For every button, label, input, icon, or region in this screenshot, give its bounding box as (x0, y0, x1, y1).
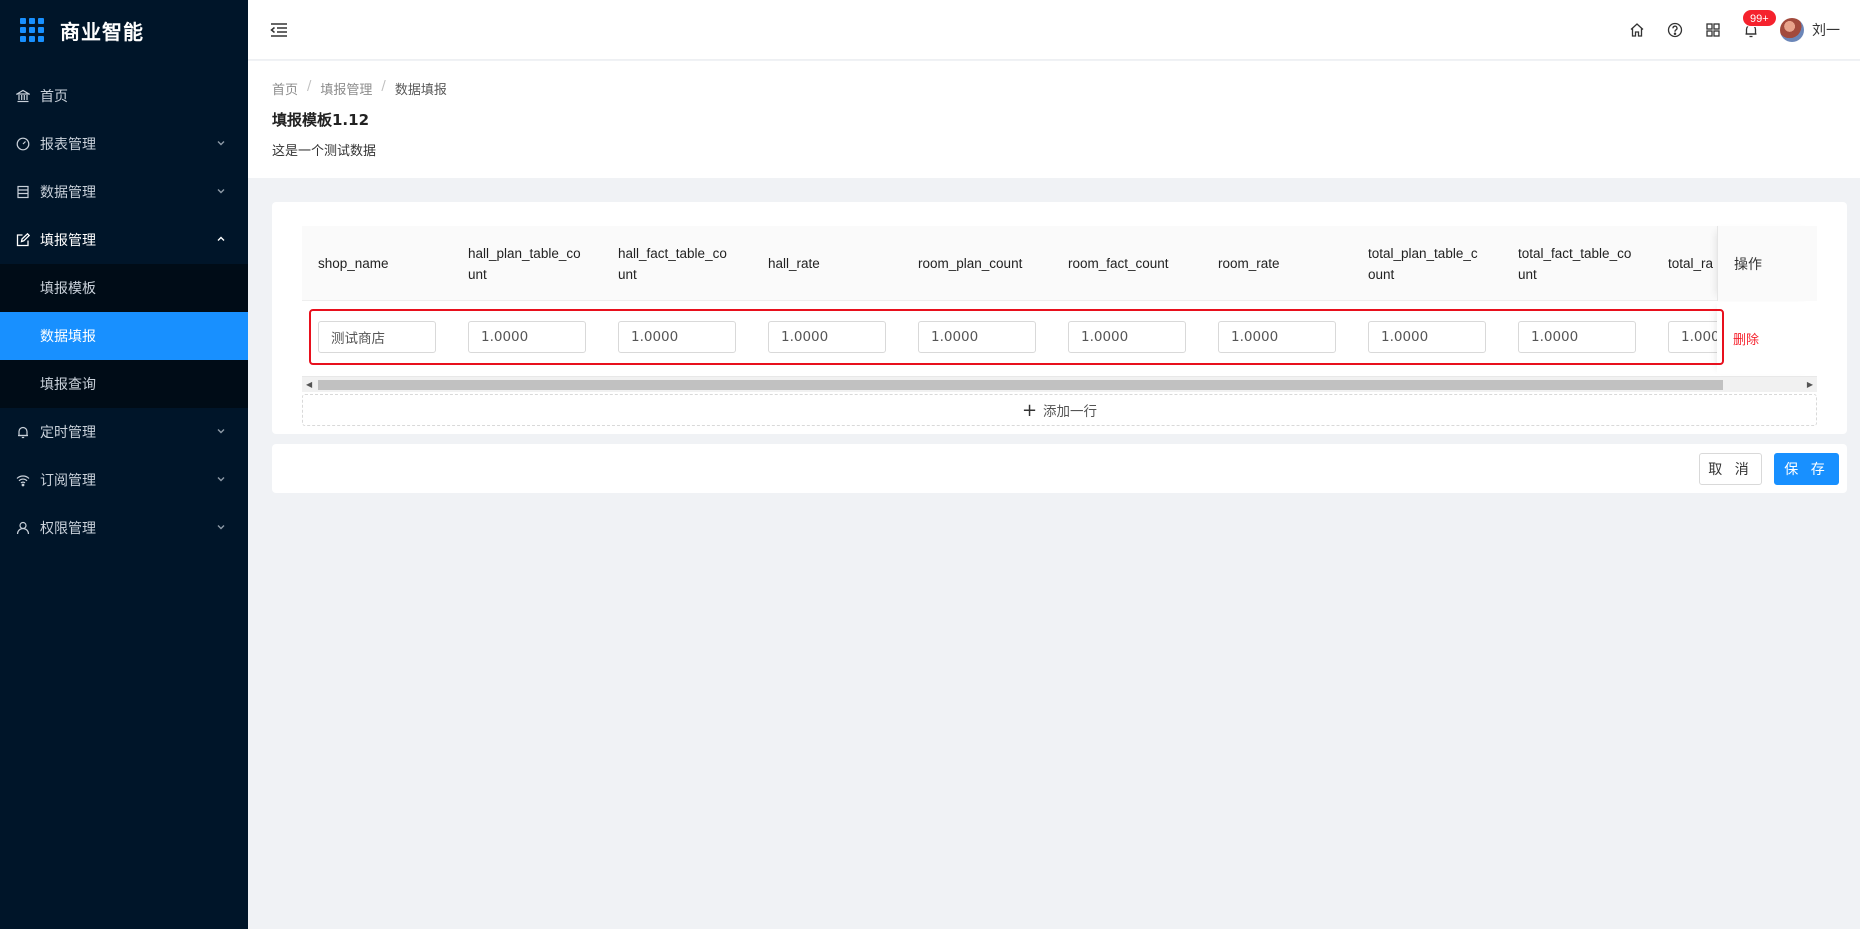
cancel-button[interactable]: 取 消 (1699, 453, 1762, 485)
column-header-room-plan-count: room_plan_count (918, 256, 1023, 271)
column-header-hall-plan-table-count: hall_plan_table_co unt (468, 245, 581, 282)
bank-icon (16, 89, 30, 103)
sidebar-item-label: 订阅管理 (40, 473, 96, 489)
menu-fold-icon[interactable] (270, 20, 290, 40)
sidebar-item-label: 首页 (40, 89, 68, 105)
column-header-shop-name: shop_name (318, 256, 389, 271)
scroll-left-arrow-icon[interactable]: ◀ (306, 380, 312, 389)
sidebar-item-label: 填报模板 (40, 281, 96, 297)
column-header-hall-fact-table-count: hall_fact_table_co unt (618, 245, 727, 282)
sidebar-menu: 首页 报表管理 数据管理 填报管理 填报模板 数据填报 填报查询 定时管理 订阅… (0, 72, 248, 552)
column-header-total-fact-table-count: total_fact_table_co unt (1518, 245, 1632, 282)
fill-table: shop_name hall_plan_table_co unt hall_fa… (302, 226, 1817, 393)
column-header-room-fact-count: room_fact_count (1068, 256, 1169, 271)
add-row-label: 添加一行 (1043, 404, 1098, 420)
page-description: 这是一个测试数据 (272, 144, 377, 159)
logo[interactable]: 商业智能 (0, 0, 248, 60)
dashboard-icon (16, 137, 30, 151)
user-icon (16, 521, 30, 535)
header-actions: 99+ 刘一 (1618, 8, 1840, 49)
add-row-button[interactable]: + 添加一行 (302, 394, 1817, 426)
apps-icon[interactable] (1694, 11, 1732, 49)
chevron-down-icon (216, 474, 226, 487)
scroll-right-arrow-icon[interactable]: ▶ (1807, 380, 1813, 389)
shop-name-input[interactable]: 测试商店 (318, 321, 436, 353)
sidebar-item-subscription[interactable]: 订阅管理 (0, 456, 248, 504)
sidebar-item-label: 数据填报 (40, 329, 96, 345)
hall-plan-table-count-input[interactable]: 1.0000 (468, 321, 586, 353)
wifi-icon (16, 473, 30, 487)
table-header: shop_name hall_plan_table_co unt hall_fa… (302, 226, 1817, 301)
room-plan-count-input[interactable]: 1.0000 (918, 321, 1036, 353)
plus-icon: + (1021, 399, 1038, 421)
sidebar-item-label: 填报管理 (40, 233, 96, 249)
delete-row-button[interactable]: 删除 (1733, 329, 1759, 348)
sidebar-item-label: 定时管理 (40, 425, 96, 441)
database-icon (16, 185, 30, 199)
page-header: 首页 / 填报管理 / 数据填报 填报模板1.12 这是一个测试数据 (248, 61, 1860, 178)
total-rate-input[interactable]: 1.0000 (1668, 321, 1718, 353)
sidebar-item-fill-template[interactable]: 填报模板 (0, 264, 248, 312)
column-header-room-rate: room_rate (1218, 256, 1280, 271)
table-row: 测试商店 1.0000 1.0000 1.0000 1.0000 1.0000 … (302, 302, 1817, 374)
column-header-actions: 操作 (1717, 226, 1817, 301)
sidebar: 商业智能 首页 报表管理 数据管理 填报管理 填报模板 数据填报 填报查询 定时… (0, 0, 248, 929)
home-icon[interactable] (1618, 11, 1656, 49)
notification-badge: 99+ (1742, 8, 1777, 27)
sidebar-item-label: 报表管理 (40, 137, 96, 153)
form-edit-icon (16, 233, 30, 247)
total-fact-table-count-input[interactable]: 1.0000 (1518, 321, 1636, 353)
room-rate-input[interactable]: 1.0000 (1218, 321, 1336, 353)
horizontal-scrollbar[interactable]: ◀ ▶ (302, 376, 1817, 392)
sidebar-item-fill-query[interactable]: 填报查询 (0, 360, 248, 408)
app-title: 商业智能 (60, 19, 144, 44)
chevron-up-icon (216, 234, 226, 247)
form-actions: 取 消 保 存 (272, 444, 1847, 493)
breadcrumb-section[interactable]: 填报管理 (320, 79, 372, 98)
breadcrumb-separator: / (381, 79, 386, 94)
sidebar-item-label: 数据管理 (40, 185, 96, 201)
user-menu[interactable]: 刘一 (1780, 17, 1840, 42)
notification-bell-icon[interactable]: 99+ (1732, 8, 1777, 49)
row-actions: 删除 (1717, 302, 1817, 374)
column-header-total-plan-table-count: total_plan_table_c ount (1368, 245, 1478, 282)
sidebar-item-data[interactable]: 数据管理 (0, 168, 248, 216)
sidebar-item-label: 权限管理 (40, 521, 96, 537)
sidebar-item-fill-management[interactable]: 填报管理 (0, 216, 248, 264)
scrollbar-thumb[interactable] (318, 380, 1723, 390)
sidebar-item-home[interactable]: 首页 (0, 72, 248, 120)
sidebar-item-reports[interactable]: 报表管理 (0, 120, 248, 168)
breadcrumb: 首页 / 填报管理 / 数据填报 (272, 79, 1860, 98)
breadcrumb-current: 数据填报 (394, 83, 447, 98)
hall-fact-table-count-input[interactable]: 1.0000 (618, 321, 736, 353)
submenu-fill-management: 填报模板 数据填报 填报查询 (0, 264, 248, 408)
user-name: 刘一 (1812, 22, 1840, 39)
apps-grid-icon (20, 18, 44, 42)
breadcrumb-separator: / (307, 79, 312, 94)
sidebar-item-schedule[interactable]: 定时管理 (0, 408, 248, 456)
sidebar-item-permissions[interactable]: 权限管理 (0, 504, 248, 552)
fill-table-card: shop_name hall_plan_table_co unt hall_fa… (272, 202, 1847, 434)
column-header-hall-rate: hall_rate (768, 256, 820, 271)
page-title: 填报模板1.12 (272, 111, 370, 129)
total-plan-table-count-input[interactable]: 1.0000 (1368, 321, 1486, 353)
save-button[interactable]: 保 存 (1774, 453, 1839, 485)
chevron-down-icon (216, 138, 226, 151)
sidebar-item-label: 填报查询 (40, 377, 96, 393)
chevron-down-icon (216, 522, 226, 535)
breadcrumb-home[interactable]: 首页 (272, 79, 298, 98)
sidebar-item-data-fill[interactable]: 数据填报 (0, 312, 248, 360)
chevron-down-icon (216, 426, 226, 439)
help-icon[interactable] (1656, 11, 1694, 49)
bell-icon (16, 425, 30, 439)
avatar (1780, 17, 1804, 42)
hall-rate-input[interactable]: 1.0000 (768, 321, 886, 353)
room-fact-count-input[interactable]: 1.0000 (1068, 321, 1186, 353)
chevron-down-icon (216, 186, 226, 199)
top-header: 99+ 刘一 (248, 0, 1860, 60)
